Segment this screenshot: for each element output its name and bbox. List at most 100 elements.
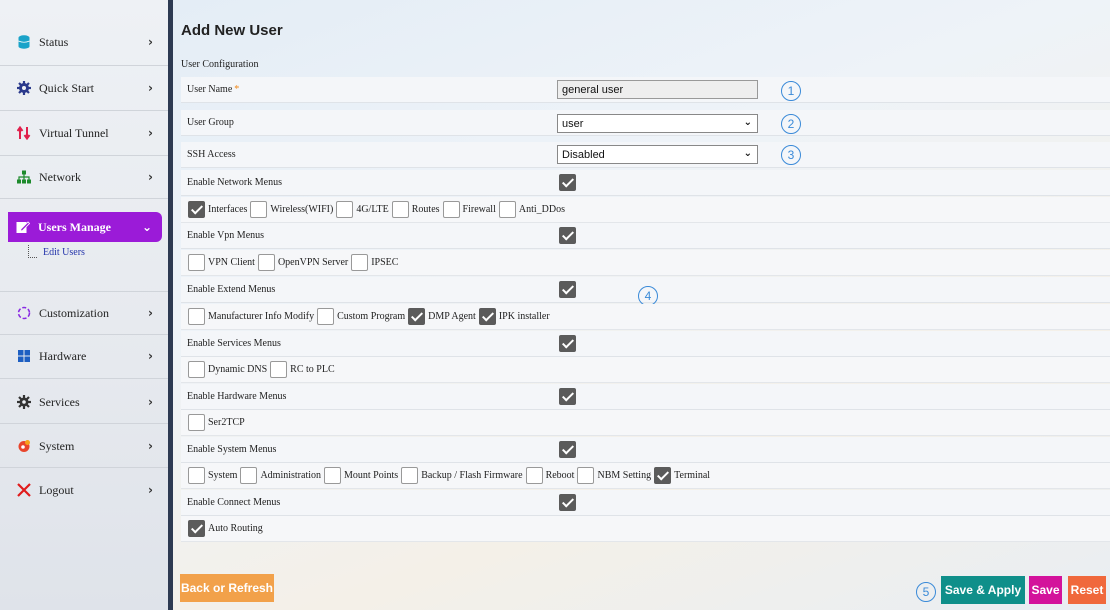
option-label: Mount Points: [344, 470, 399, 481]
tunnel-arrows-icon: [17, 126, 31, 140]
user-name-input[interactable]: general user: [557, 80, 758, 99]
reboot-checkbox[interactable]: [525, 467, 543, 484]
enable-hardware-menus-checkbox[interactable]: [559, 388, 576, 405]
4g-lte-checkbox[interactable]: [336, 201, 354, 218]
option-list: Dynamic DNS RC to PLC: [188, 361, 338, 378]
tree-connector: [28, 245, 37, 258]
wireless-checkbox[interactable]: [250, 201, 268, 218]
option-label: OpenVPN Server: [277, 257, 349, 268]
chevron-down-icon: ⌄: [743, 117, 752, 128]
dynamic-dns-checkbox[interactable]: [188, 361, 205, 378]
system-icon: [17, 439, 31, 453]
sidebar-item-label: Hardware: [39, 348, 87, 363]
sidebar-item-customization[interactable]: Customization ›: [0, 291, 168, 335]
option-label: Auto Routing: [208, 523, 263, 534]
system-menus-options: System Administration Mount Points Backu…: [181, 463, 1110, 489]
dmp-agent-checkbox[interactable]: [408, 308, 426, 325]
enable-system-menus-checkbox[interactable]: [559, 441, 576, 458]
option-label: Ser2TCP: [208, 417, 245, 428]
enable-network-menus-checkbox[interactable]: [559, 174, 576, 191]
enable-services-menus-checkbox[interactable]: [559, 335, 576, 352]
enable-extend-menus-checkbox[interactable]: [559, 281, 576, 298]
sidebar-item-status[interactable]: Status ›: [0, 20, 168, 64]
page-title: Add New User: [181, 22, 283, 39]
sidebar-item-virtual-tunnel[interactable]: Virtual Tunnel ›: [0, 111, 168, 155]
mount-points-checkbox[interactable]: [324, 467, 342, 484]
user-group-row: User Group user ⌄: [181, 110, 1110, 136]
sidebar-item-hardware[interactable]: Hardware ›: [0, 334, 168, 378]
option-label: Dynamic DNS: [208, 364, 268, 375]
group-label: Enable Connect Menus: [187, 497, 281, 508]
hardware-menus-row: Enable Hardware Menus: [181, 384, 1110, 410]
services-menus-row: Enable Services Menus: [181, 331, 1110, 357]
sidebar-item-network[interactable]: Network ›: [0, 155, 168, 199]
option-list: VPN Client OpenVPN Server IPSEC: [188, 254, 401, 271]
group-label: Enable Vpn Menus: [187, 230, 265, 241]
database-icon: [17, 35, 31, 49]
select-value: Disabled: [562, 149, 605, 161]
sidebar-item-users-manage[interactable]: Users Manage ⌄: [8, 212, 162, 242]
select-value: user: [562, 118, 584, 130]
marker-4: 4: [638, 286, 658, 306]
sidebar-item-system[interactable]: System ›: [0, 424, 168, 468]
vpn-menus-row: Enable Vpn Menus: [181, 223, 1110, 249]
option-label: Custom Program: [337, 311, 406, 322]
option-label: Reboot: [545, 470, 575, 481]
hardware-menus-options: Ser2TCP: [181, 410, 1110, 436]
auto-routing-checkbox[interactable]: [188, 520, 205, 537]
back-refresh-button[interactable]: Back or Refresh: [180, 574, 274, 602]
edit-icon: [16, 220, 30, 234]
sidebar-item-label: Customization: [39, 305, 109, 320]
custom-program-checkbox[interactable]: [317, 308, 335, 325]
administration-checkbox[interactable]: [240, 467, 258, 484]
sidebar-item-label: Logout: [39, 482, 74, 497]
backup-flash-firmware-checkbox[interactable]: [401, 467, 419, 484]
chevron-right-icon: ›: [148, 306, 153, 320]
marker-2: 2: [781, 114, 801, 134]
chevron-right-icon: ›: [148, 81, 153, 95]
sidebar-item-label: Services: [39, 394, 80, 409]
manufacturer-info-modify-checkbox[interactable]: [188, 308, 205, 325]
firewall-checkbox[interactable]: [442, 201, 460, 218]
system-menus-row: Enable System Menus: [181, 437, 1110, 463]
chevron-right-icon: ›: [148, 439, 153, 453]
marker-5: 5: [916, 582, 936, 602]
sidebar-item-label: System: [39, 438, 75, 453]
terminal-checkbox[interactable]: [654, 467, 672, 484]
option-label: System: [208, 470, 238, 481]
interfaces-checkbox[interactable]: [188, 201, 205, 218]
chevron-right-icon: ›: [148, 126, 153, 140]
enable-vpn-menus-checkbox[interactable]: [559, 227, 576, 244]
vpn-client-checkbox[interactable]: [188, 254, 205, 271]
sidebar-subitem-edit-users[interactable]: Edit Users: [43, 247, 85, 258]
ipk-installer-checkbox[interactable]: [478, 308, 496, 325]
save-button[interactable]: Save: [1029, 576, 1062, 604]
nbm-setting-checkbox[interactable]: [577, 467, 595, 484]
chevron-right-icon: ›: [148, 170, 153, 184]
option-label: Interfaces: [208, 204, 248, 215]
enable-connect-menus-checkbox[interactable]: [559, 494, 576, 511]
sidebar-item-quick-start[interactable]: Quick Start ›: [0, 66, 168, 110]
rc-to-plc-checkbox[interactable]: [270, 361, 288, 378]
ser2tcp-checkbox[interactable]: [188, 414, 205, 431]
user-group-select[interactable]: user ⌄: [557, 114, 758, 133]
ssh-access-row: SSH Access Disabled ⌄: [181, 142, 1110, 168]
field-label: User Name *: [187, 84, 240, 95]
system-checkbox[interactable]: [188, 467, 205, 484]
sidebar-item-logout[interactable]: Logout ›: [0, 468, 168, 512]
extend-menus-options: Manufacturer Info Modify Custom Program …: [181, 304, 1110, 330]
gear-icon: [17, 395, 31, 409]
save-apply-button[interactable]: Save & Apply: [941, 576, 1025, 604]
ssh-access-select[interactable]: Disabled ⌄: [557, 145, 758, 164]
routes-checkbox[interactable]: [391, 201, 409, 218]
sidebar: Status › Quick Start › Virtual Tunnel › …: [0, 0, 168, 610]
sidebar-item-label: Users Manage: [38, 219, 111, 234]
openvpn-server-checkbox[interactable]: [257, 254, 275, 271]
field-label: User Group: [187, 117, 234, 128]
group-label: Enable Extend Menus: [187, 284, 276, 295]
ipsec-checkbox[interactable]: [351, 254, 369, 271]
services-menus-options: Dynamic DNS RC to PLC: [181, 357, 1110, 383]
anti-ddos-checkbox[interactable]: [498, 201, 516, 218]
reset-button[interactable]: Reset: [1068, 576, 1106, 604]
sidebar-item-services[interactable]: Services ›: [0, 380, 168, 424]
